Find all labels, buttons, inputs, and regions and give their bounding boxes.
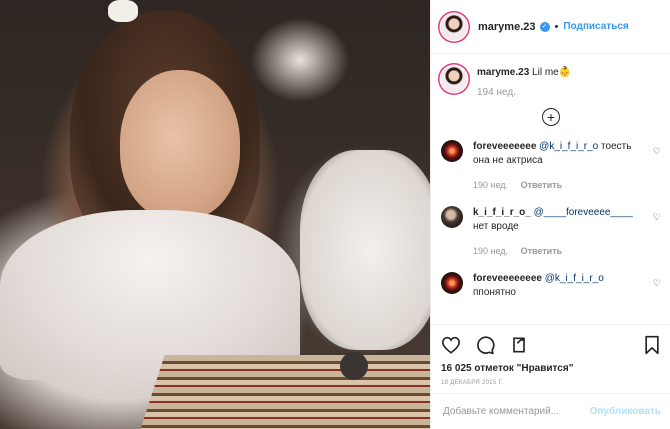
caption-emoji: 👶 — [558, 67, 572, 78]
likes-count[interactable]: 16 025 отметок "Нравится" — [441, 363, 661, 374]
author-username[interactable]: maryme.23 — [478, 21, 536, 33]
post-actions: 16 025 отметок "Нравится" 18 ДЕКАБРЯ 201… — [431, 324, 670, 386]
comment-input[interactable] — [441, 405, 590, 418]
comment-avatar[interactable] — [441, 206, 463, 228]
reply-button[interactable]: Ответить — [521, 180, 563, 190]
share-icon[interactable] — [509, 335, 529, 355]
comment-time[interactable]: 190 нед. — [473, 246, 508, 256]
publish-button[interactable]: Опубликовать — [590, 406, 661, 417]
comment-time[interactable]: 190 нед. — [473, 180, 508, 190]
photo-hair-bow — [108, 0, 138, 22]
heart-icon[interactable] — [441, 336, 461, 354]
caption-text: Lil me — [532, 67, 559, 78]
comment-item: foreveeeeeee @k_i_f_i_r_o тоесть она не … — [431, 140, 670, 192]
reply-button[interactable]: Ответить — [521, 246, 563, 256]
comment-text: нет вроде — [473, 221, 519, 232]
caption: maryme.23 Lil me👶 194 нед. — [431, 54, 670, 100]
photo-background-child — [300, 150, 430, 350]
header-separator: • — [554, 20, 559, 33]
post-header: maryme.23 ✓ • Подписаться — [431, 0, 670, 54]
comment-avatar[interactable] — [441, 272, 463, 294]
comment-item: foreveeeeeeee @k_i_f_i_r_o ппонятно ♡ — [431, 272, 670, 300]
post-sidebar: maryme.23 ✓ • Подписаться maryme.23 Lil … — [430, 0, 670, 429]
caption-avatar[interactable] — [441, 66, 467, 92]
add-comment-bar: Опубликовать — [431, 393, 670, 429]
instagram-post: maryme.23 ✓ • Подписаться maryme.23 Lil … — [0, 0, 670, 429]
bookmark-icon[interactable] — [643, 335, 661, 355]
photo-xylophone — [135, 355, 430, 429]
comment-like-heart-icon[interactable]: ♡ — [653, 278, 661, 289]
load-more-comments-button[interactable]: + — [542, 108, 560, 126]
comment-body: k_i_f_i_r_o_ @____foreveeee____ нет врод… — [473, 206, 643, 258]
comment-like-heart-icon[interactable]: ♡ — [653, 146, 661, 157]
comments-list[interactable]: maryme.23 Lil me👶 194 нед. + foreveeeeee… — [431, 54, 670, 324]
comment-like-heart-icon[interactable]: ♡ — [653, 212, 661, 223]
verified-badge-icon: ✓ — [539, 21, 550, 32]
comment-avatar[interactable] — [441, 140, 463, 162]
caption-username[interactable]: maryme.23 — [477, 67, 529, 78]
post-date[interactable]: 18 ДЕКАБРЯ 2015 Г. — [441, 380, 661, 386]
author-avatar[interactable] — [441, 13, 467, 40]
comment-mention[interactable]: @k_i_f_i_r_o — [545, 273, 604, 284]
plus-circle-icon: + — [546, 109, 556, 125]
comment-meta: 190 нед. Ответить — [473, 178, 643, 192]
caption-body: maryme.23 Lil me👶 194 нед. — [477, 66, 571, 100]
photo-mallet — [340, 352, 368, 380]
comment-body: foreveeeeeee @k_i_f_i_r_o тоесть она не … — [473, 140, 643, 192]
comment-username[interactable]: foreveeeeeee — [473, 141, 536, 152]
comment-mention[interactable]: @k_i_f_i_r_o — [539, 141, 598, 152]
comment-meta: 190 нед. Ответить — [473, 244, 643, 258]
comment-body: foreveeeeeeee @k_i_f_i_r_o ппонятно — [473, 272, 643, 300]
post-photo[interactable] — [0, 0, 430, 429]
comment-item: k_i_f_i_r_o_ @____foreveeee____ нет врод… — [431, 206, 670, 258]
comment-username[interactable]: foreveeeeeeee — [473, 273, 542, 284]
photo-face — [120, 70, 240, 220]
action-icons — [441, 331, 661, 359]
comment-username[interactable]: k_i_f_i_r_o_ — [473, 207, 531, 218]
follow-button[interactable]: Подписаться — [563, 21, 628, 32]
comment-mention[interactable]: @____foreveeee____ — [534, 207, 633, 218]
caption-time[interactable]: 194 нед. — [477, 86, 571, 100]
comment-text: ппонятно — [473, 287, 516, 298]
comment-icon[interactable] — [475, 335, 495, 355]
